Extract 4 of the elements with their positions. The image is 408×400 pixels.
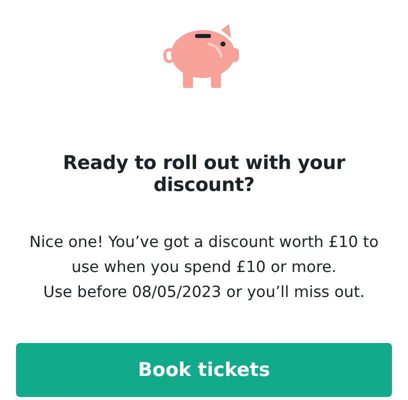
book-tickets-button[interactable]: Book tickets: [16, 343, 392, 397]
heading: Ready to roll out with your discount?: [62, 152, 346, 196]
message-text: Nice one! You’ve got a discount worth £10 to use when you spend £10 or more.: [29, 232, 379, 278]
message-text: Use before 08/05/2023 or you’ll miss out.: [42, 282, 366, 303]
